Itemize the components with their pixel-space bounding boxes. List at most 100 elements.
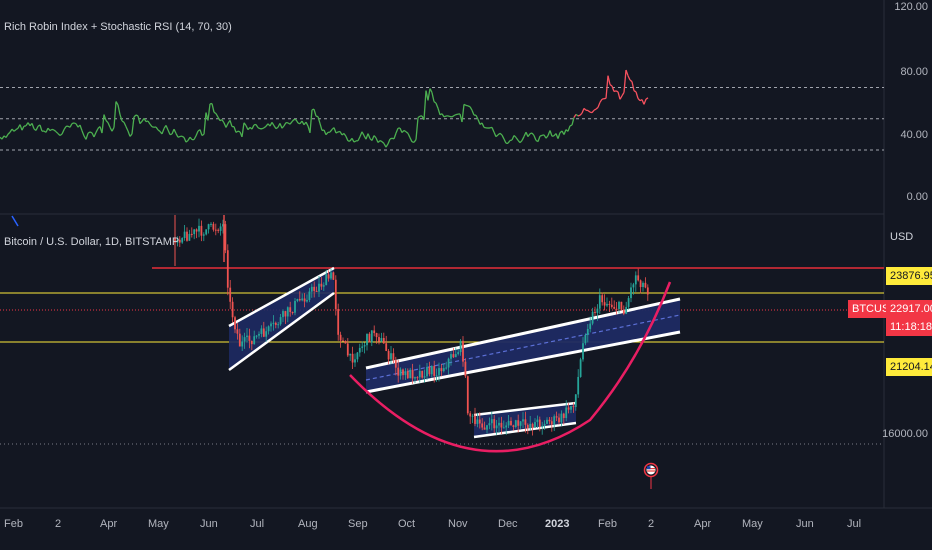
candle-body (212, 223, 215, 230)
indicator-segment (183, 137, 187, 143)
candle-body (447, 358, 450, 368)
candle-body (358, 347, 361, 353)
indicator-segment (315, 115, 319, 118)
candle-body (538, 419, 541, 427)
candle-body (567, 407, 570, 410)
indicator-segment (261, 127, 265, 130)
candle-body (392, 353, 395, 361)
candle-body (459, 340, 462, 353)
time-label: Jun (796, 518, 814, 530)
candle-body (217, 229, 220, 231)
candle-body (351, 353, 354, 363)
indicator-segment (69, 123, 73, 128)
symbol-title: Bitcoin / U.S. Dollar, 1D, BITSTAMP (4, 236, 180, 248)
indicator-segment (427, 88, 431, 101)
candle-body (529, 423, 532, 429)
indicator-segment (607, 75, 611, 85)
candle-body (526, 424, 529, 429)
indicator-segment (567, 125, 571, 132)
indicator-segment (399, 127, 403, 133)
candle-body (618, 301, 620, 310)
indicator-segment (195, 130, 199, 137)
candle-body (577, 376, 580, 395)
candle-body (195, 229, 198, 232)
us-flag-icon[interactable] (643, 462, 659, 490)
indicator-segment (429, 88, 433, 93)
indicator-segment (117, 104, 121, 115)
indicator-segment (123, 122, 127, 127)
indicator-segment (441, 113, 445, 118)
candle-body (622, 309, 625, 314)
indicator-segment (89, 131, 93, 134)
candle-body (454, 354, 457, 358)
indicator-segment (443, 115, 447, 118)
candle-body (543, 423, 546, 426)
candle-body (325, 274, 328, 286)
candle-body (296, 299, 299, 301)
candle-body (294, 300, 296, 313)
indicator-segment (289, 121, 293, 125)
indicator-segment (173, 128, 177, 134)
candle-body (572, 406, 575, 408)
indicator-segment (387, 138, 391, 145)
candle-body (337, 309, 340, 335)
indicator-segment (513, 135, 517, 138)
indicator-segment (119, 114, 123, 122)
indicator-segment (107, 122, 111, 128)
indicator-segment (151, 126, 155, 128)
candle-body (186, 231, 188, 241)
candle-body (548, 419, 551, 422)
candle-body (277, 324, 280, 326)
candle-body (327, 274, 330, 279)
candle-body (476, 419, 479, 424)
candle-body (188, 233, 191, 241)
indicator-segment (281, 125, 285, 129)
candle-body (423, 376, 426, 378)
candle-body (342, 340, 344, 342)
candle-body (435, 375, 438, 377)
candle-body (394, 360, 397, 368)
indicator-segment (213, 111, 217, 115)
candle-body (409, 369, 412, 379)
candle-body (586, 328, 589, 335)
indicator-segment (305, 121, 309, 127)
currency-label[interactable]: USD (890, 231, 913, 243)
indicator-segment (51, 128, 55, 131)
indicator-segment (291, 119, 295, 123)
candle-body (457, 352, 460, 355)
candle-body (488, 423, 491, 426)
indicator-segment (271, 121, 275, 126)
indicator-segment (597, 102, 601, 108)
candle-body (502, 427, 505, 429)
chart-canvas[interactable] (0, 0, 932, 550)
candle-body (615, 308, 618, 310)
indicator-segment (577, 114, 581, 117)
time-label: May (742, 518, 763, 530)
time-label: Oct (398, 518, 416, 530)
candle-body (231, 301, 234, 318)
indicator-segment (619, 95, 623, 100)
candle-body (330, 272, 332, 279)
indicator-segment (325, 131, 329, 136)
candle-body (483, 427, 486, 430)
indicator-segment (11, 128, 15, 132)
indicator-segment (149, 123, 153, 128)
candle-body (272, 322, 275, 324)
indicator-segment (631, 81, 635, 91)
indicator-segment (575, 113, 579, 117)
candle-body (524, 419, 527, 425)
candle-body (411, 369, 414, 379)
candle-body (603, 302, 606, 306)
indicator-segment (495, 134, 499, 138)
indicator-segment (255, 124, 259, 129)
indicator-segment (329, 129, 333, 133)
indicator-segment (357, 136, 361, 142)
indicator-segment (481, 122, 485, 128)
indicator-segment (133, 114, 137, 118)
indicator-segment (623, 69, 627, 93)
candle-body (214, 229, 217, 231)
candle-body (234, 317, 236, 330)
candle-body (620, 301, 623, 310)
indicator-segment (527, 133, 531, 138)
indicator-segment (557, 132, 561, 139)
